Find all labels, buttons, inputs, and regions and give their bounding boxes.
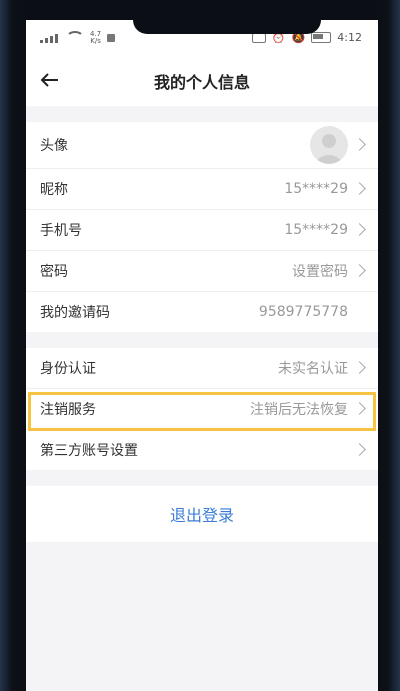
- chevron-right-icon: [353, 443, 366, 456]
- wifi-icon: [66, 31, 84, 45]
- row-label: 身份认证: [40, 361, 96, 377]
- row-avatar[interactable]: 头像: [26, 122, 378, 169]
- signal-icon: [40, 33, 60, 43]
- logout-button[interactable]: 退出登录: [26, 486, 378, 542]
- speed-unit: K/s: [90, 37, 101, 45]
- row-label: 我的邀请码: [40, 305, 110, 321]
- status-left: 4.7 K/s: [40, 31, 116, 45]
- row-invite-code[interactable]: 我的邀请码 9589775778: [26, 292, 378, 332]
- page-title: 我的个人信息: [153, 73, 250, 92]
- row-value: 15****29: [284, 222, 348, 238]
- row-account-cancellation[interactable]: 注销服务 注销后无法恢复: [26, 389, 378, 431]
- network-speed: 4.7 K/s: [90, 31, 101, 45]
- row-phone[interactable]: 手机号 15****29: [26, 210, 378, 251]
- status-time: 4:12: [337, 31, 362, 44]
- row-identity-verification[interactable]: 身份认证 未实名认证: [26, 348, 378, 389]
- row-label: 手机号: [40, 223, 82, 239]
- chevron-right-icon: [353, 182, 366, 195]
- phone-bezel: 4.7 K/s ⏰ 🔕 4:12 我的个人信息 头像 昵称 15****29 手…: [0, 0, 400, 691]
- row-label: 注销服务: [40, 402, 96, 418]
- row-value: 9589775778: [258, 304, 348, 320]
- row-label: 头像: [40, 138, 68, 154]
- avatar[interactable]: [310, 126, 348, 164]
- notification-icon: [107, 34, 116, 42]
- row-value: 15****29: [284, 181, 348, 197]
- chevron-right-icon: [353, 402, 366, 415]
- avatar-icon: [316, 134, 342, 164]
- nav-bar: 我的个人信息: [26, 54, 378, 106]
- chevron-right-icon: [353, 138, 366, 151]
- chevron-right-icon: [353, 223, 366, 236]
- row-password[interactable]: 密码 设置密码: [26, 251, 378, 292]
- chevron-right-icon: [353, 264, 366, 277]
- battery-icon: [311, 32, 332, 43]
- account-group: 身份认证 未实名认证 注销服务 注销后无法恢复 第三方账号设置: [26, 348, 378, 470]
- chevron-right-icon: [353, 361, 366, 374]
- row-label: 昵称: [40, 182, 68, 198]
- profile-group: 头像 昵称 15****29 手机号 15****29 密码 设置密码 我的邀请…: [26, 122, 378, 332]
- row-value: 设置密码: [292, 264, 348, 280]
- row-label: 第三方账号设置: [40, 443, 138, 459]
- phone-screen: 4.7 K/s ⏰ 🔕 4:12 我的个人信息 头像 昵称 15****29 手…: [26, 20, 378, 691]
- row-label: 密码: [40, 264, 68, 280]
- hd-icon: [251, 32, 266, 43]
- row-nickname[interactable]: 昵称 15****29: [26, 169, 378, 210]
- row-third-party-accounts[interactable]: 第三方账号设置: [26, 430, 378, 470]
- row-value: 未实名认证: [278, 361, 348, 377]
- row-value: 注销后无法恢复: [250, 402, 348, 418]
- camera-notch: [133, 20, 321, 34]
